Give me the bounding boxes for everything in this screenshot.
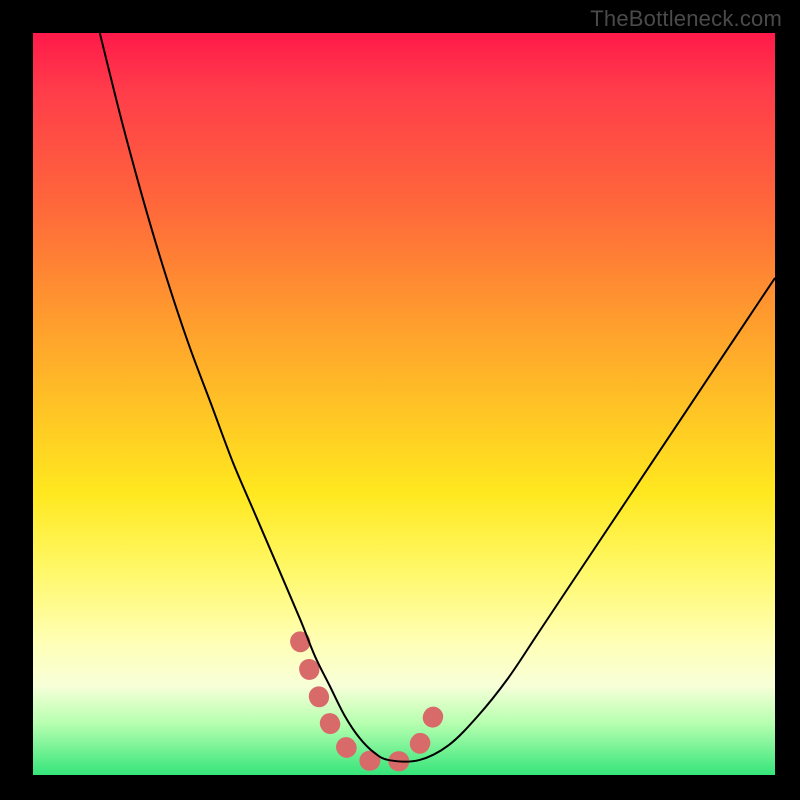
plot-area: [33, 33, 775, 775]
bottleneck-curve: [100, 33, 775, 762]
chart-frame: TheBottleneck.com: [0, 0, 800, 800]
chart-svg: [33, 33, 775, 775]
watermark-text: TheBottleneck.com: [590, 6, 782, 32]
optimal-range-marker: [300, 641, 434, 761]
